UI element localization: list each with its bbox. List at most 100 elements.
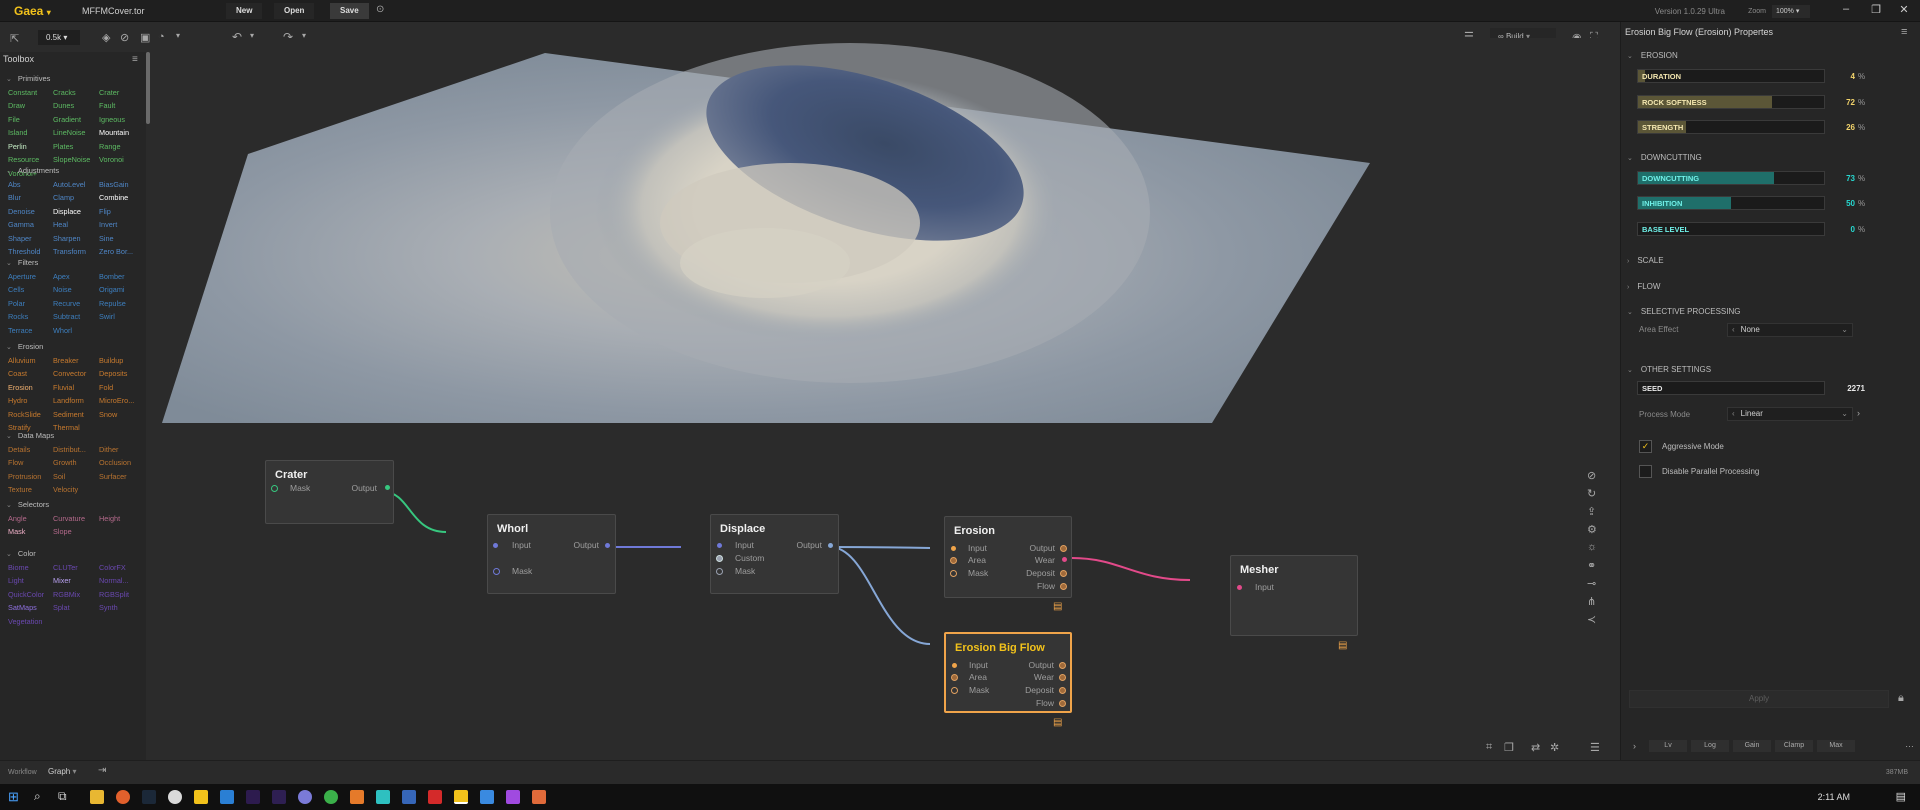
toolbox-item[interactable]: Zero Bor... (99, 246, 146, 258)
port-dot[interactable] (1059, 700, 1066, 707)
sun-icon[interactable]: ☼ (1587, 541, 1597, 553)
toolbox-item[interactable]: Dunes (53, 100, 99, 112)
toolbox-item[interactable]: Splat (53, 602, 99, 614)
group-scale[interactable]: › SCALE (1627, 256, 1664, 265)
toolbox-item[interactable]: Rocks (8, 311, 53, 323)
toolbox-item[interactable]: Erosion (8, 382, 53, 394)
toolbox-item[interactable]: Soil (53, 471, 99, 483)
export-icon[interactable]: ⇪ (1587, 505, 1596, 518)
app-icon[interactable] (506, 790, 520, 804)
toolbox-item[interactable]: Polar (8, 298, 53, 310)
rock-softness-value[interactable]: 72 (1827, 98, 1855, 107)
strength-slider[interactable]: STRENGTH (1637, 120, 1825, 134)
port-dot[interactable] (828, 543, 833, 548)
toolbox-item[interactable]: Shaper (8, 233, 53, 245)
toolbox-item[interactable]: Cracks (53, 87, 99, 99)
chevron-right-icon[interactable]: › (1633, 741, 1636, 751)
rock-softness-slider[interactable]: ROCK SOFTNESS (1637, 95, 1825, 109)
toolbox-item[interactable]: QuickColor (8, 589, 53, 601)
play-icon[interactable]: ⇥ (98, 765, 106, 776)
app-icon[interactable] (168, 790, 182, 804)
disable-parallel-checkbox[interactable] (1639, 465, 1652, 478)
toolbox-item[interactable]: Subtract (53, 311, 99, 323)
minimize-icon[interactable]: – (1836, 3, 1856, 15)
toolbox-item[interactable]: SatMaps (8, 602, 53, 614)
save-button[interactable]: Save (330, 3, 369, 19)
list-icon[interactable]: ☰ (1590, 741, 1600, 754)
toolbox-item[interactable]: Protrusion (8, 471, 53, 483)
port-dot[interactable] (1060, 545, 1067, 552)
toolbox-item[interactable]: Mask (8, 526, 53, 538)
blender-icon[interactable] (350, 790, 364, 804)
toolbox-item[interactable]: Swirl (99, 311, 146, 323)
no-entry-icon[interactable]: ⊘ (1587, 469, 1596, 482)
port-dot[interactable] (716, 568, 723, 575)
toolbox-item[interactable]: ColorFX (99, 562, 146, 574)
magic-icon[interactable]: ✲ (1550, 741, 1559, 754)
port-dot[interactable] (1059, 674, 1066, 681)
node-crater[interactable]: Crater Mask Output (265, 460, 394, 524)
section-header[interactable]: ⌄ Selectors (6, 500, 144, 513)
section-header[interactable]: ⌄ Data Maps (6, 431, 144, 444)
port-dot[interactable] (716, 555, 723, 562)
save-node-icon[interactable]: ▤ (1053, 717, 1062, 728)
windows-start-icon[interactable]: ⊞ (8, 789, 19, 805)
toolbox-item[interactable]: Deposits (99, 368, 146, 380)
toolbox-item[interactable]: RGBMix (53, 589, 99, 601)
port-dot[interactable] (1237, 585, 1242, 590)
node-mesher[interactable]: Mesher Input (1230, 555, 1358, 636)
toolbox-item[interactable]: Terrace (8, 325, 53, 337)
zoom-select[interactable]: 100% ▾ (1772, 5, 1810, 18)
toolbox-item[interactable]: Displace (53, 206, 99, 218)
toolbox-item[interactable]: Plates (53, 141, 99, 153)
process-mode-dropdown[interactable]: ‹ Linear ⌄ (1727, 407, 1853, 421)
toolbox-item[interactable]: Landform (53, 395, 99, 407)
toolbox-item[interactable]: Breaker (53, 355, 99, 367)
toolbox-item[interactable]: Surfacer (99, 471, 146, 483)
section-header[interactable]: ⌄ Primitives (6, 74, 144, 87)
toolbox-item[interactable]: Normal... (99, 575, 146, 587)
toolbox-item[interactable]: Noise (53, 284, 99, 296)
toolbox-item[interactable]: Growth (53, 457, 99, 469)
toolbox-item[interactable]: Hydro (8, 395, 53, 407)
port-dot[interactable] (952, 663, 957, 668)
toolbox-item[interactable]: Gamma (8, 219, 53, 231)
footer-tab[interactable]: Max (1817, 740, 1855, 752)
app-icon[interactable] (220, 790, 234, 804)
toolbox-item[interactable]: Fold (99, 382, 146, 394)
copy-icon[interactable]: ❐ (1504, 741, 1514, 754)
toolbox-item[interactable]: Abs (8, 179, 53, 191)
toolbox-item[interactable]: Denoise (8, 206, 53, 218)
app-icon[interactable] (428, 790, 442, 804)
toolbox-item[interactable]: BiasGain (99, 179, 146, 191)
render-mode-icon[interactable]: ◈ (102, 31, 110, 44)
toolbox-item[interactable]: Bomber (99, 271, 146, 283)
task-view-icon[interactable]: ⧉ (58, 789, 67, 804)
port-dot[interactable] (1060, 570, 1067, 577)
refresh-icon[interactable]: ↻ (1587, 487, 1596, 500)
group-erosion[interactable]: ⌄ EROSION (1627, 51, 1678, 60)
section-header[interactable]: ⌄ Erosion (6, 342, 144, 355)
toolbox-item[interactable]: Range (99, 141, 146, 153)
save-node-icon[interactable]: ▤ (1338, 640, 1347, 651)
port-dot[interactable] (1062, 557, 1067, 562)
seed-field[interactable]: SEED (1637, 381, 1825, 395)
toolbox-item[interactable]: Buildup (99, 355, 146, 367)
port-dot[interactable] (1059, 687, 1066, 694)
toolbox-item[interactable]: Texture (8, 484, 53, 496)
search-icon[interactable]: ⌕ (34, 789, 41, 804)
toolbox-item[interactable]: Sharpen (53, 233, 99, 245)
aggressive-mode-checkbox[interactable]: ✓ (1639, 440, 1652, 453)
toolbox-item[interactable]: Island (8, 127, 53, 139)
port-dot[interactable] (605, 543, 610, 548)
toolbox-item[interactable]: Slope (53, 526, 99, 538)
toolbox-item[interactable]: Occlusion (99, 457, 146, 469)
tree-icon[interactable]: ⋔ (1587, 595, 1596, 608)
toolbox-item[interactable]: Blur (8, 192, 53, 204)
lock-icon[interactable]: 🔒︎ (1898, 692, 1904, 705)
toolbox-item[interactable]: Angle (8, 513, 53, 525)
steam-icon[interactable] (142, 790, 156, 804)
toolbox-item[interactable]: MicroEro... (99, 395, 146, 407)
toolbox-item[interactable]: Distribut... (53, 444, 99, 456)
toolbox-item[interactable]: File (8, 114, 53, 126)
